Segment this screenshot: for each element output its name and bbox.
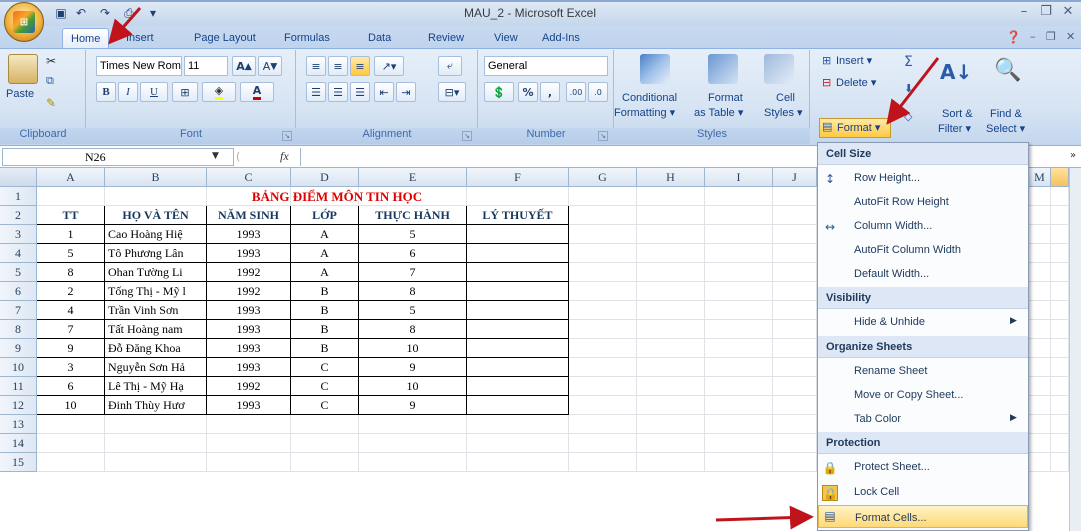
arrow-to-home-tab bbox=[108, 7, 142, 45]
office-button[interactable]: ⊞ bbox=[4, 2, 44, 42]
annotation-arrows bbox=[108, 7, 940, 530]
office-logo-icon: ⊞ bbox=[13, 11, 35, 33]
arrow-to-format-cells bbox=[715, 505, 814, 530]
arrow-to-format-button bbox=[886, 57, 940, 125]
